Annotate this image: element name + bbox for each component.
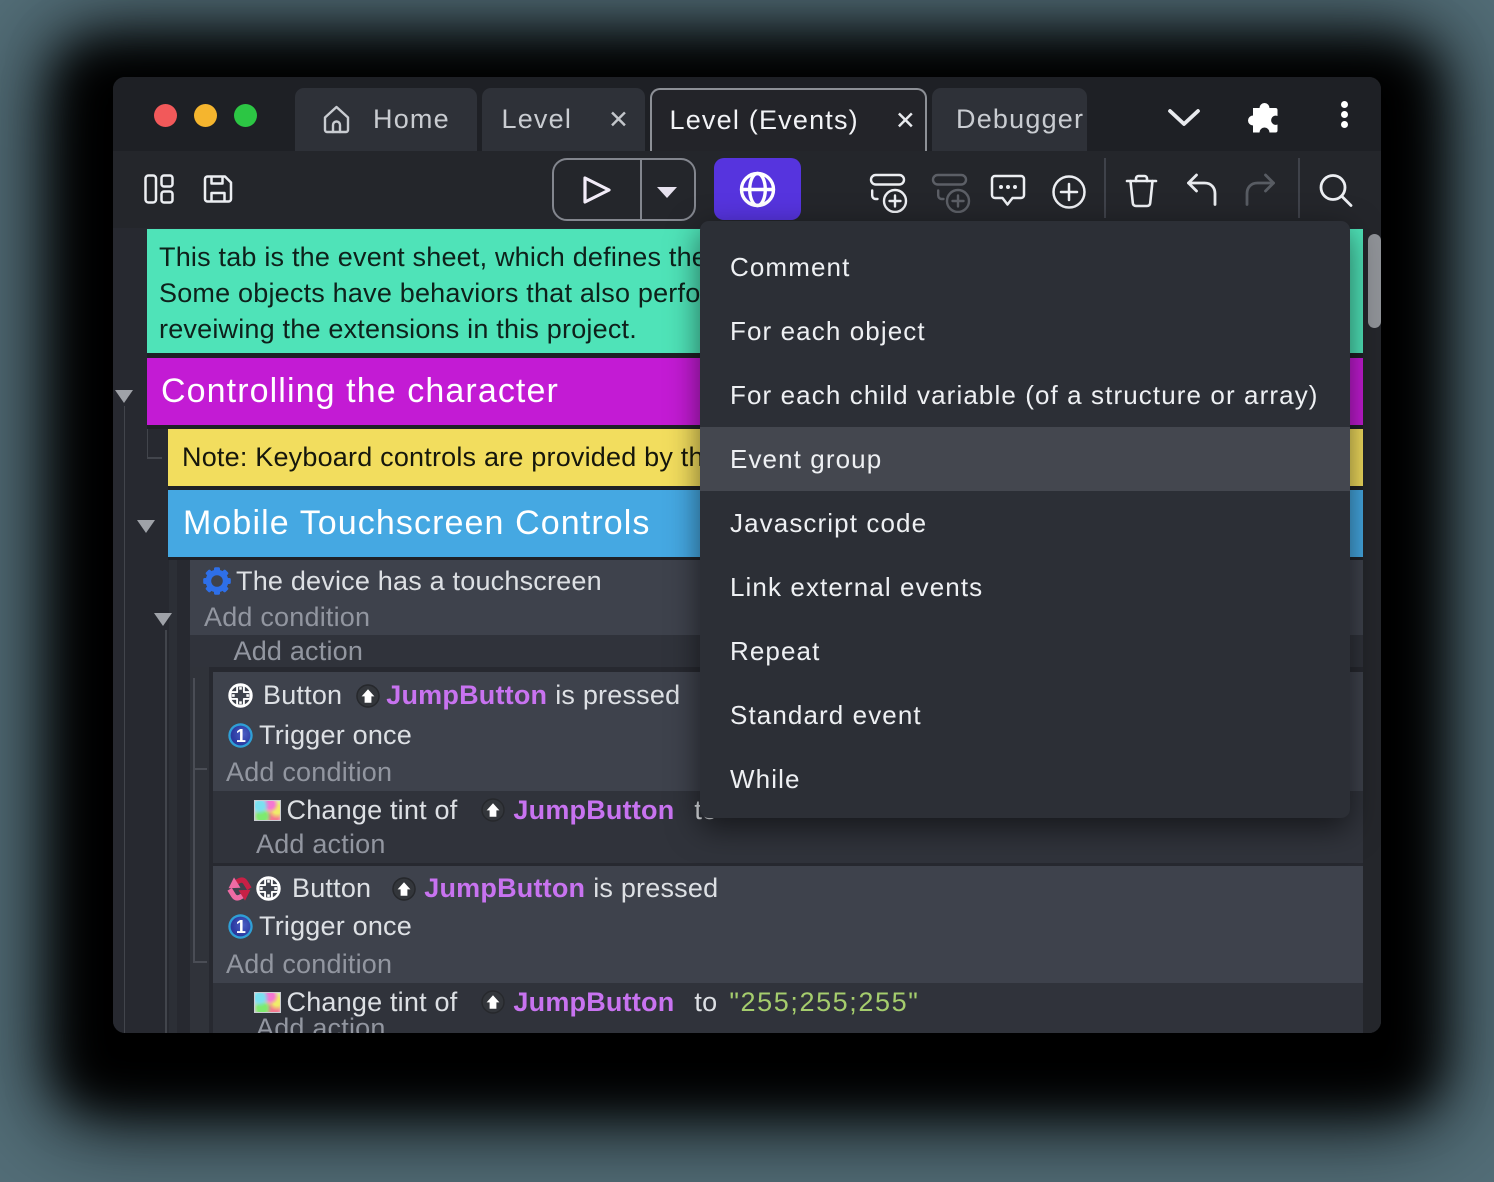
svg-text:1: 1 xyxy=(236,917,246,937)
svg-text:1: 1 xyxy=(236,726,246,746)
